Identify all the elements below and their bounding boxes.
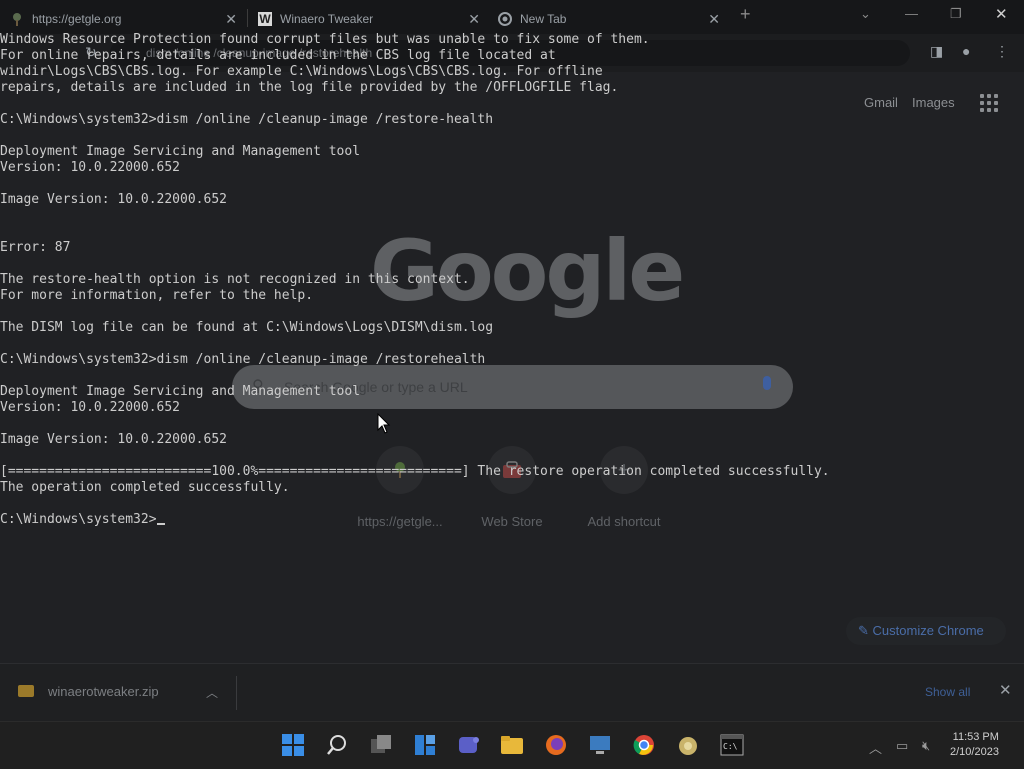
console-line: Error: 87 — [0, 240, 71, 255]
command-prompt-output[interactable]: Windows Resource Protection found corrup… — [0, 32, 1024, 632]
console-line: For more information, refer to the help. — [0, 288, 314, 303]
search-taskbar-icon[interactable] — [325, 733, 351, 757]
start-button[interactable] — [281, 733, 307, 757]
console-line: C:\Windows\system32>dism /online /cleanu… — [0, 352, 486, 367]
console-line: Deployment Image Servicing and Managemen… — [0, 144, 361, 159]
tab-search-icon[interactable]: ⌄ — [860, 6, 871, 22]
taskbar: C:\ ︿ ▭ 🔇︎ 11:53 PM 2/10/2023 — [0, 721, 1024, 769]
app-icon[interactable] — [676, 733, 702, 757]
console-line: The DISM log file can be found at C:\Win… — [0, 320, 494, 335]
tab-new-tab[interactable]: New Tab ✕ — [488, 3, 728, 34]
clock-time: 11:53 PM — [952, 731, 999, 743]
volume-muted-icon[interactable]: 🔇︎ — [922, 738, 930, 754]
winaero-favicon-icon: W — [258, 11, 272, 26]
file-explorer-icon[interactable] — [500, 733, 526, 757]
divider — [236, 676, 237, 710]
tab-close-icon[interactable]: ✕ — [468, 11, 480, 28]
window-close-icon[interactable]: ✕ — [995, 5, 1008, 23]
download-bar-close-icon[interactable]: ✕ — [999, 681, 1012, 699]
maximize-icon[interactable]: ❐ — [950, 6, 962, 22]
svg-text:C:\: C:\ — [723, 742, 738, 751]
console-prompt: C:\Windows\system32> — [0, 512, 157, 527]
console-line: For online repairs, details are included… — [0, 48, 556, 63]
network-icon[interactable]: ▭ — [896, 738, 908, 754]
chevron-up-icon[interactable]: ︿ — [206, 684, 218, 701]
download-bar: winaerotweaker.zip ︿ Show all ✕ — [0, 663, 1024, 722]
mouse-pointer-icon — [377, 413, 391, 434]
tab-strip: https://getgle.org ✕ W Winaero Tweaker ✕… — [0, 0, 1024, 34]
tab-title: Winaero Tweaker — [280, 11, 374, 26]
console-prompt-line[interactable]: C:\Windows\system32> — [0, 512, 1024, 528]
tab-getgle[interactable]: https://getgle.org ✕ — [0, 3, 245, 34]
tab-close-icon[interactable]: ✕ — [225, 11, 237, 28]
tab-close-icon[interactable]: ✕ — [708, 11, 720, 28]
download-filename: winaerotweaker.zip — [48, 684, 159, 699]
clock-date: 2/10/2023 — [950, 746, 999, 758]
system-clock[interactable]: 11:53 PM 2/10/2023 — [950, 730, 999, 760]
tree-favicon-icon — [10, 12, 24, 26]
console-line: Deployment Image Servicing and Managemen… — [0, 384, 361, 399]
console-line: The operation completed successfully. — [0, 480, 290, 495]
folder-icon — [18, 685, 34, 697]
tab-title: New Tab — [520, 11, 567, 26]
chrome-favicon-icon — [498, 11, 512, 26]
console-line: The restore-health option is not recogni… — [0, 272, 470, 287]
text-cursor — [156, 523, 165, 525]
remote-desktop-icon[interactable] — [588, 733, 614, 757]
minimize-icon[interactable]: — — [905, 6, 918, 21]
tab-winaero[interactable]: W Winaero Tweaker ✕ — [248, 3, 488, 34]
console-line: Version: 10.0.22000.652 — [0, 400, 181, 415]
console-line: Image Version: 10.0.22000.652 — [0, 432, 227, 447]
firefox-icon[interactable] — [544, 733, 570, 757]
console-line: Image Version: 10.0.22000.652 — [0, 192, 227, 207]
console-line: Windows Resource Protection found corrup… — [0, 32, 650, 47]
console-line: windir\Logs\CBS\CBS.log. For example C:\… — [0, 64, 603, 79]
widgets-icon[interactable] — [413, 733, 439, 757]
tab-title: https://getgle.org — [32, 11, 122, 26]
teams-chat-icon[interactable] — [457, 733, 483, 757]
console-line: repairs, details are included in the log… — [0, 80, 619, 95]
console-line: Version: 10.0.22000.652 — [0, 160, 181, 175]
console-line: C:\Windows\system32>dism /online /cleanu… — [0, 112, 494, 127]
command-prompt-icon[interactable]: C:\ — [720, 733, 746, 757]
chrome-icon[interactable] — [632, 733, 658, 757]
show-all-link[interactable]: Show all — [925, 685, 970, 699]
new-tab-button[interactable]: + — [740, 4, 751, 25]
chevron-up-icon[interactable]: ︿ — [869, 738, 882, 757]
console-line: [==========================100.0%=======… — [0, 464, 830, 479]
download-item[interactable]: winaerotweaker.zip — [18, 684, 159, 699]
task-view-icon[interactable] — [369, 733, 395, 757]
